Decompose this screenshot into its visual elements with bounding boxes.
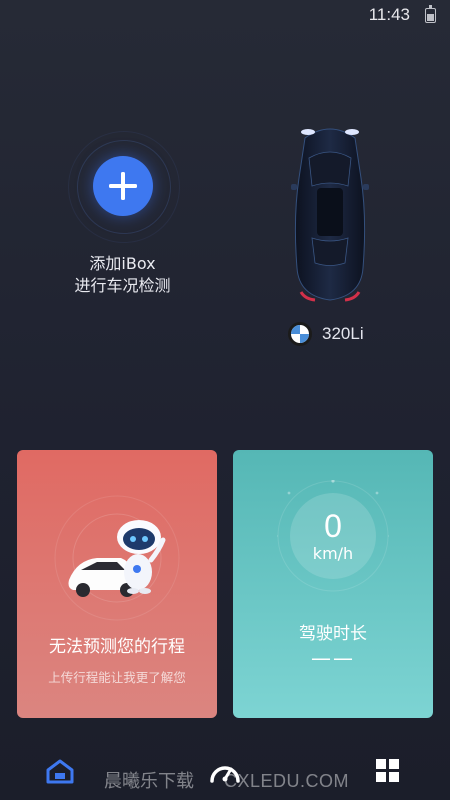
drive-duration-value: —— bbox=[311, 646, 355, 670]
nav-dashboard[interactable] bbox=[208, 757, 242, 787]
add-ibox-button[interactable] bbox=[93, 156, 153, 216]
add-ibox-line2: 进行车况检测 bbox=[74, 276, 171, 295]
robot-car-illustration bbox=[54, 495, 180, 621]
current-speed: 0 bbox=[324, 508, 342, 544]
nav-home[interactable] bbox=[45, 757, 75, 787]
bottom-nav: 晨曦乐下载 CXLEDU.COM bbox=[0, 745, 450, 800]
trip-card-title: 无法预测您的行程 bbox=[49, 637, 185, 657]
trip-prediction-card[interactable]: 无法预测您的行程 上传行程能让我更了解您 bbox=[17, 450, 217, 718]
gauge-icon bbox=[210, 766, 240, 783]
speed-unit: km/h bbox=[312, 544, 354, 563]
add-ibox-text: 添加iBox 进行车况检测 bbox=[40, 253, 205, 297]
bmw-logo-icon bbox=[288, 322, 312, 346]
drive-duration-label: 驾驶时长 bbox=[299, 624, 367, 644]
status-bar: 11:43 bbox=[0, 0, 450, 30]
home-icon bbox=[46, 759, 74, 784]
plus-icon bbox=[109, 172, 137, 200]
apps-icon bbox=[376, 759, 399, 782]
vehicle-model: 320Li bbox=[322, 324, 364, 343]
trip-card-subtitle: 上传行程能让我更了解您 bbox=[48, 670, 186, 685]
add-ibox-line1: 添加iBox bbox=[89, 254, 156, 273]
add-ibox-section[interactable]: 添加iBox 进行车况检测 bbox=[40, 130, 205, 310]
vehicle-info[interactable]: 320Li bbox=[288, 320, 364, 348]
watermark-url: CXLEDU.COM bbox=[224, 771, 350, 791]
car-top-view-illustration bbox=[291, 128, 369, 302]
battery-icon bbox=[425, 5, 436, 23]
car-image[interactable] bbox=[275, 118, 385, 308]
nav-apps[interactable] bbox=[375, 758, 401, 784]
status-time: 11:43 bbox=[368, 5, 410, 24]
speed-card[interactable]: 0 km/h 驾驶时长 —— bbox=[233, 450, 433, 718]
watermark-text: 晨曦乐下载 bbox=[104, 771, 194, 792]
